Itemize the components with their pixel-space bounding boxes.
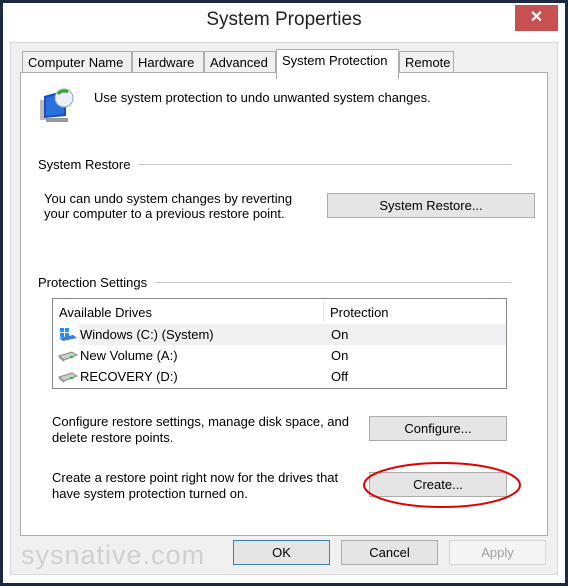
tab-hardware[interactable]: Hardware — [132, 51, 204, 73]
ok-button[interactable]: OK — [233, 540, 330, 565]
cancel-button[interactable]: Cancel — [341, 540, 438, 565]
apply-button[interactable]: Apply — [449, 540, 546, 565]
drive-protection: On — [331, 348, 349, 363]
drive-name: New Volume (A:) — [80, 348, 178, 363]
drive-name: RECOVERY (D:) — [80, 369, 178, 384]
restore-text-line2: your computer to a previous restore poin… — [44, 206, 285, 221]
create-text-line1: Create a restore point right now for the… — [52, 470, 339, 485]
hard-drive-icon — [58, 351, 78, 362]
tab-computer-name[interactable]: Computer Name — [22, 51, 132, 73]
drive-protection: On — [331, 327, 349, 342]
system-restore-button[interactable]: System Restore... — [327, 193, 535, 218]
system-drive-icon — [59, 328, 77, 341]
configure-text-line2: delete restore points. — [52, 430, 174, 445]
window-title: System Properties — [206, 9, 362, 30]
close-icon: ✕ — [529, 9, 544, 26]
hard-drive-icon — [58, 372, 78, 383]
configure-text-line1: Configure restore settings, manage disk … — [52, 414, 350, 429]
system-restore-heading: System Restore — [38, 157, 139, 172]
tab-advanced[interactable]: Advanced — [204, 51, 276, 73]
drive-protection: Off — [331, 369, 349, 384]
column-header-drives[interactable]: Available Drives — [53, 301, 324, 322]
configure-button[interactable]: Configure... — [369, 416, 507, 441]
create-button[interactable]: Create... — [369, 472, 507, 497]
watermark: sysnative.com — [21, 540, 206, 570]
restore-text-line1: You can undo system changes by reverting — [44, 191, 293, 206]
drive-name: Windows (C:) (System) — [80, 327, 214, 342]
intro-text: Use system protection to undo unwanted s… — [94, 90, 431, 105]
drives-list[interactable]: Available Drives Protection Windows (C:)… — [52, 298, 507, 389]
create-text-line2: have system protection turned on. — [52, 486, 248, 501]
column-header-protection[interactable]: Protection — [324, 301, 506, 322]
tab-remote[interactable]: Remote — [399, 51, 454, 73]
close-button[interactable]: ✕ — [515, 5, 558, 31]
system-protection-icon — [40, 88, 74, 122]
protection-settings-heading: Protection Settings — [38, 275, 156, 290]
tab-system-protection[interactable]: System Protection — [276, 49, 399, 79]
